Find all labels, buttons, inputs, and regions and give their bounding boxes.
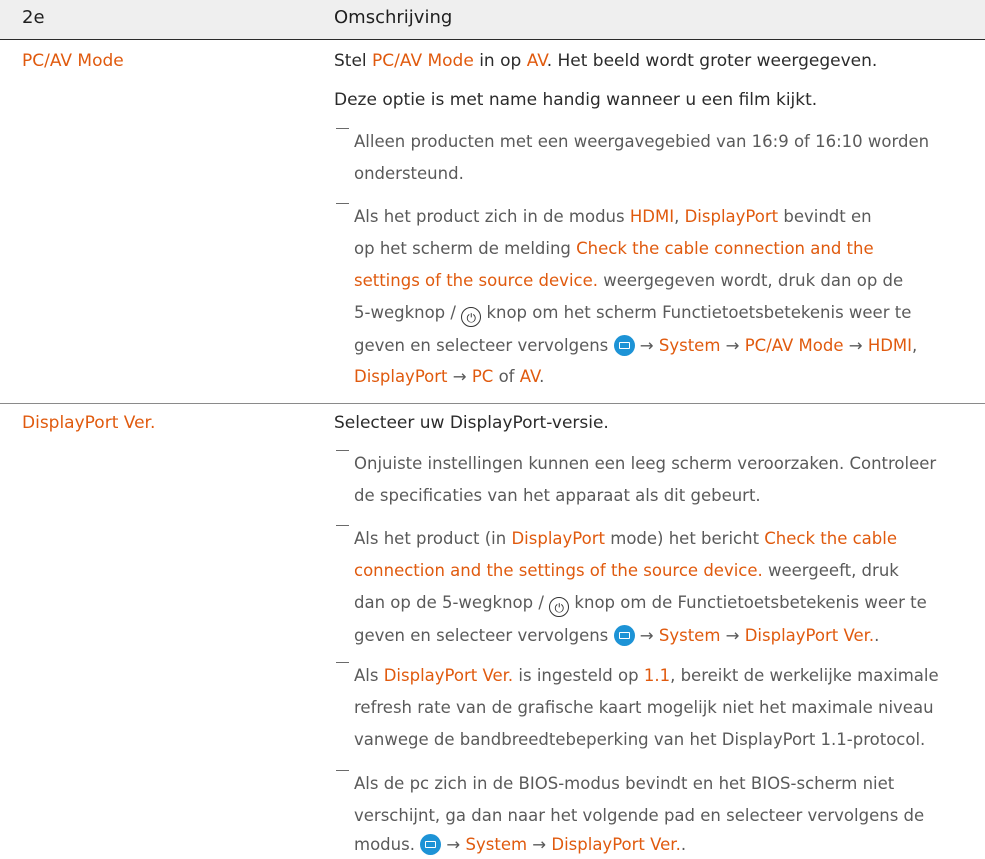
note-dash xyxy=(336,770,349,771)
table-header: 2e Omschrijving xyxy=(0,0,985,40)
menu-icon xyxy=(420,834,442,855)
row-name-pcav-mode: PC/AV Mode xyxy=(22,51,124,71)
power-icon: ⏻ xyxy=(461,307,482,327)
menu-icon xyxy=(613,335,635,356)
menu-icon xyxy=(613,625,635,646)
row-divider xyxy=(0,403,985,404)
power-icon: ⏻ xyxy=(549,597,570,617)
note-dash xyxy=(336,662,349,663)
note-dash xyxy=(336,203,349,204)
note-dash xyxy=(336,525,349,526)
row-description-line2: Deze optie is met name handig wanneer u … xyxy=(334,90,818,110)
settings-table: 2e Omschrijving PC/AV Mode Stel PC/AV Mo… xyxy=(0,0,985,859)
note-dash xyxy=(336,450,349,451)
row-name-displayport-ver: DisplayPort Ver. xyxy=(22,413,156,433)
row-description: Selecteer uw DisplayPort-versie. xyxy=(334,413,609,433)
header-col-description: Omschrijving xyxy=(334,7,453,28)
row-description: Stel PC/AV Mode in op AV. Het beeld word… xyxy=(334,51,878,71)
note-dash xyxy=(336,128,349,129)
header-col-name: 2e xyxy=(22,7,45,28)
